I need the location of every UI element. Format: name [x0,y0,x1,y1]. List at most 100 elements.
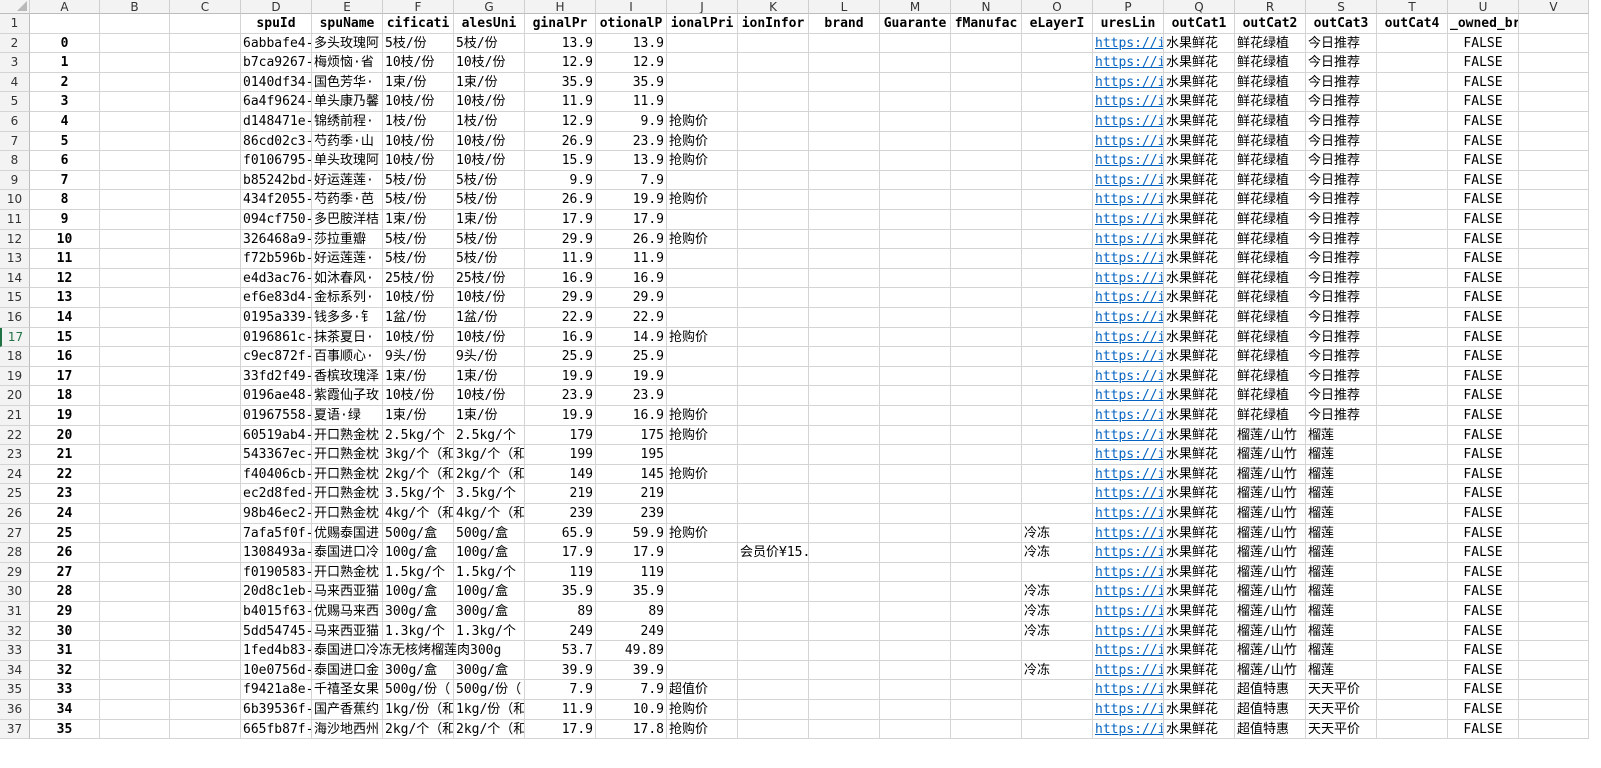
cell-j35[interactable]: 超值价 [667,680,738,700]
cell-c4[interactable] [170,72,241,93]
cell-c16[interactable] [170,308,241,328]
cell-b33[interactable] [100,641,170,661]
cell-o28[interactable]: 冷冻 [1022,543,1093,563]
cell-e30[interactable]: 马来西亚猫 [312,582,383,602]
cell-m26[interactable] [880,504,951,524]
cell-l5[interactable] [809,92,880,112]
row-header-26[interactable]: 26 [0,504,30,524]
cell-c17[interactable] [170,327,241,348]
cell-f37[interactable]: 2kg/个（和 [383,719,454,740]
cell-b13[interactable] [100,249,170,269]
cell-r3[interactable]: 鲜花绿植 [1235,53,1306,73]
cell-v20[interactable] [1519,386,1589,406]
cell-m22[interactable] [880,425,951,446]
cell-b9[interactable] [100,170,170,191]
cell-f24[interactable]: 2kg/个（和 [383,464,454,485]
cell-n33[interactable] [951,641,1022,661]
cell-b22[interactable] [100,425,170,446]
cell-g14[interactable]: 25枝/份 [454,268,525,289]
cell-l27[interactable] [809,523,880,544]
cell-k11[interactable] [738,210,809,230]
cell-l19[interactable] [809,366,880,387]
cell-v28[interactable] [1519,543,1589,563]
cell-b23[interactable] [100,445,170,465]
cell-l22[interactable] [809,425,880,446]
cell-a14[interactable]: 12 [30,268,100,289]
cell-o19[interactable] [1022,366,1093,387]
cell-j37[interactable]: 抢购价 [667,719,738,740]
cell-v30[interactable] [1519,582,1589,602]
cell-p35[interactable]: https://img [1093,680,1164,700]
cell-m7[interactable] [880,131,951,152]
cell-u17[interactable]: FALSE [1448,327,1519,348]
cell-l21[interactable] [809,406,880,426]
cell-g7[interactable]: 10枝/份 [454,131,525,152]
cell-n32[interactable] [951,621,1022,642]
cell-u34[interactable]: FALSE [1448,660,1519,681]
cell-o29[interactable] [1022,562,1093,583]
cell-t20[interactable] [1377,386,1448,406]
cell-g6[interactable]: 1枝/份 [454,112,525,132]
row-header-37[interactable]: 37 [0,719,30,740]
cell-i21[interactable]: 16.9 [596,406,667,426]
cell-e22[interactable]: 开口熟金枕 [312,425,383,446]
cell-i10[interactable]: 19.9 [596,190,667,210]
cell-u32[interactable]: FALSE [1448,621,1519,642]
cell-k14[interactable] [738,268,809,289]
cell-m17[interactable] [880,327,951,348]
cell-q19[interactable]: 水果鲜花 [1164,366,1235,387]
cell-g9[interactable]: 5枝/份 [454,170,525,191]
cell-p12[interactable]: https://img [1093,229,1164,250]
cell-d29[interactable]: f0190583- [241,562,312,583]
cell-l31[interactable] [809,602,880,622]
cell-a7[interactable]: 5 [30,131,100,152]
cell-a24[interactable]: 22 [30,464,100,485]
cell-e25[interactable]: 开口熟金枕 [312,484,383,504]
cell-c37[interactable] [170,719,241,740]
cell-o3[interactable] [1022,53,1093,73]
cell-a3[interactable]: 1 [30,53,100,73]
cell-b34[interactable] [100,660,170,681]
cell-o18[interactable] [1022,347,1093,367]
cell-u11[interactable]: FALSE [1448,210,1519,230]
cell-p15[interactable]: https://img [1093,288,1164,308]
cell-h2[interactable]: 13.9 [525,33,596,54]
cell-k30[interactable] [738,582,809,602]
cell-i7[interactable]: 23.9 [596,131,667,152]
cell-l10[interactable] [809,190,880,210]
cell-a18[interactable]: 16 [30,347,100,367]
cell-c10[interactable] [170,190,241,210]
cell-r22[interactable]: 榴莲/山竹 [1235,425,1306,446]
cell-i16[interactable]: 22.9 [596,308,667,328]
cell-e35[interactable]: 千禧圣女果 [312,680,383,700]
cell-v25[interactable] [1519,484,1589,504]
cell-r32[interactable]: 榴莲/山竹 [1235,621,1306,642]
cell-c28[interactable] [170,543,241,563]
cell-t36[interactable] [1377,700,1448,720]
cell-c27[interactable] [170,523,241,544]
cell-v17[interactable] [1519,327,1589,348]
cell-v31[interactable] [1519,602,1589,622]
cell-l4[interactable] [809,72,880,93]
cell-h15[interactable]: 29.9 [525,288,596,308]
cell-o12[interactable] [1022,229,1093,250]
cell-e17[interactable]: 抹茶夏日· [312,327,383,348]
cell-s8[interactable]: 今日推荐 [1306,151,1377,171]
cell-f23[interactable]: 3kg/个（和 [383,445,454,465]
column-header-a[interactable]: A [30,0,100,14]
cell-a31[interactable]: 29 [30,602,100,622]
row-header-29[interactable]: 29 [0,562,30,583]
cell-j36[interactable]: 抢购价 [667,700,738,720]
cell-e27[interactable]: 优赐泰国进 [312,523,383,544]
cell-c13[interactable] [170,249,241,269]
cell-i22[interactable]: 175 [596,425,667,446]
cell-n6[interactable] [951,112,1022,132]
cell-l3[interactable] [809,53,880,73]
cell-b7[interactable] [100,131,170,152]
cell-a20[interactable]: 18 [30,386,100,406]
cell-v26[interactable] [1519,504,1589,524]
column-header-l[interactable]: L [809,0,880,14]
cell-q36[interactable]: 水果鲜花 [1164,700,1235,720]
row-header-33[interactable]: 33 [0,641,30,661]
cell-q28[interactable]: 水果鲜花 [1164,543,1235,563]
